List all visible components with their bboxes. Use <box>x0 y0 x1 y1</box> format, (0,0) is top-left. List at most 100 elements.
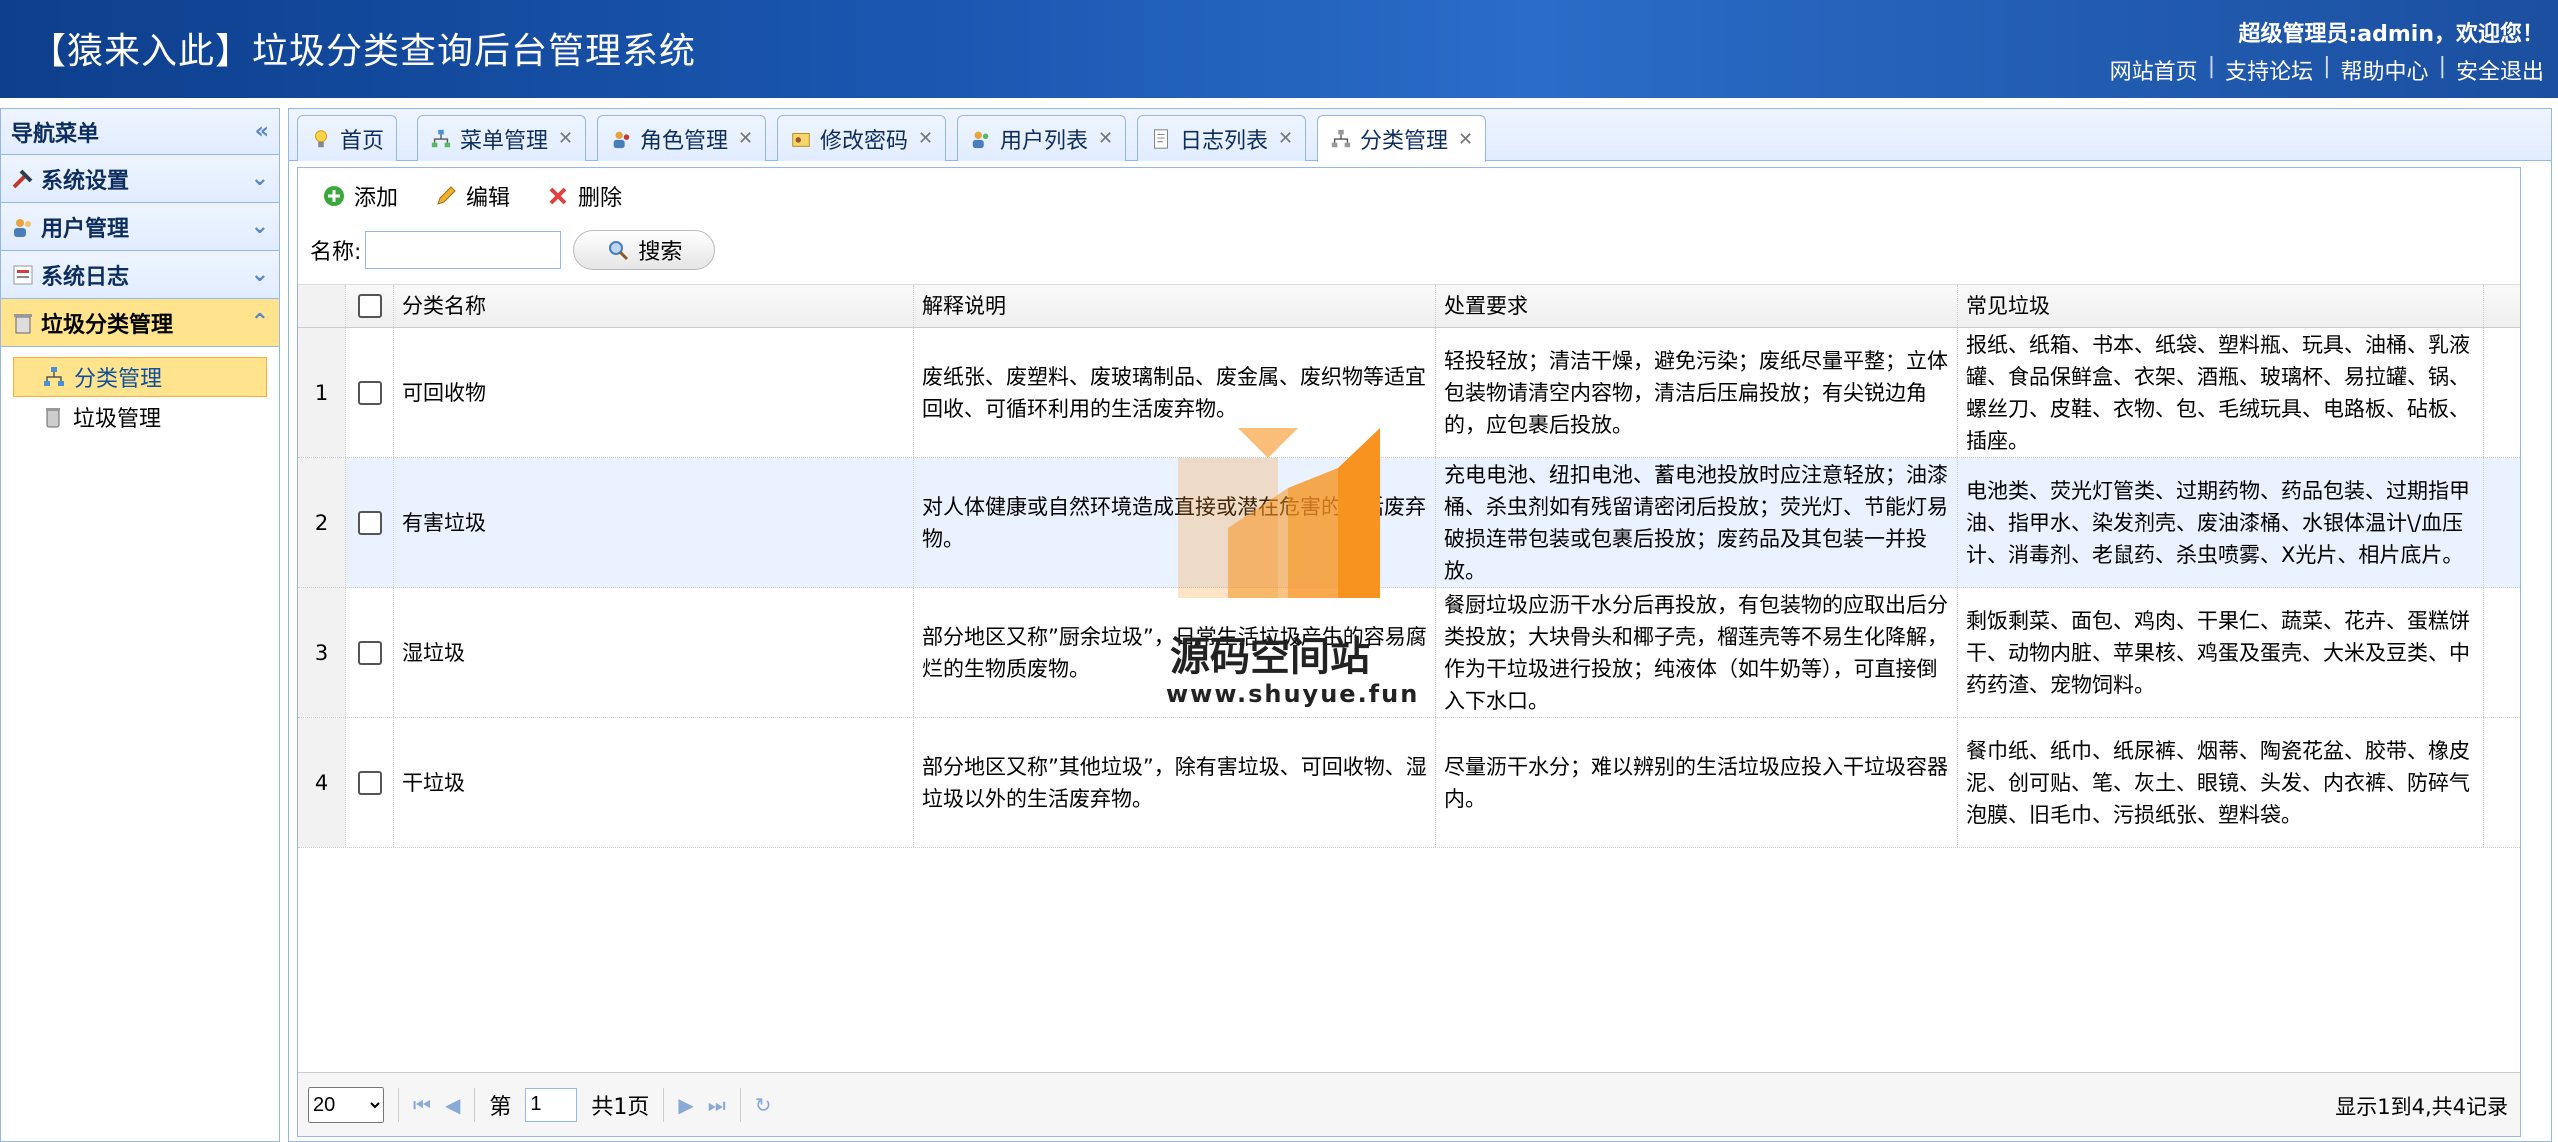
app-header: 【猿来入此】垃圾分类查询后台管理系统 超级管理员:admin，欢迎您！ 网站首页… <box>0 0 2558 98</box>
cell-name: 湿垃圾 <box>394 588 914 717</box>
add-label: 添加 <box>354 186 399 211</box>
column-header[interactable]: 常见垃圾 <box>1958 285 2484 327</box>
page-size-select[interactable]: 20 <box>308 1086 384 1123</box>
name-search-input[interactable] <box>365 231 562 269</box>
record-info: 显示1到4,共4记录 <box>2335 1095 2508 1119</box>
sidebar-group-label: 系统设置 <box>41 168 130 194</box>
row-checkbox[interactable] <box>357 380 382 405</box>
sidebar-group-label: 垃圾分类管理 <box>41 312 174 338</box>
tab-user-list[interactable]: 用户列表 ✕ <box>957 115 1127 161</box>
link-home[interactable]: 网站首页 <box>2110 54 2198 86</box>
users-icon <box>972 131 989 148</box>
sidebar-item-garbage-management[interactable]: 垃圾管理 <box>1 397 279 437</box>
cell-common-garbage: 剩饭剩菜、面包、鸡肉、干果仁、蔬菜、花卉、蛋糕饼干、动物内脏、苹果核、鸡蛋及蛋壳… <box>1958 588 2484 717</box>
pager-divider <box>398 1087 399 1122</box>
tab-home[interactable]: 首页 <box>297 115 398 161</box>
table-row[interactable]: 2 有害垃圾 对人体健康或自然环境造成直接或潜在危害的生活废弃物。 充电电池、纽… <box>298 458 2520 588</box>
link-forum[interactable]: 支持论坛 <box>2225 54 2313 86</box>
column-header[interactable]: 解释说明 <box>914 285 1436 327</box>
tab-change-password[interactable]: 修改密码 ✕ <box>777 115 947 161</box>
cell-requirement: 充电电池、纽扣电池、蓄电池投放时应注意轻放；油漆桶、杀虫剂如有残留请密闭后投放；… <box>1436 458 1958 587</box>
collapse-up-icon[interactable]: ⌃ <box>251 310 269 335</box>
tab-menu-management[interactable]: 菜单管理 ✕ <box>417 115 587 161</box>
expand-down-icon[interactable]: ⌄ <box>251 214 269 239</box>
column-header[interactable]: 处置要求 <box>1436 285 1958 327</box>
first-page-icon[interactable]: ⏮ <box>413 1093 431 1117</box>
expand-down-icon[interactable]: ⌄ <box>251 262 269 287</box>
search-label: 搜索 <box>638 240 683 265</box>
search-bar: 名称: 搜索 <box>298 224 2520 276</box>
sidebar-item-category-management[interactable]: 分类管理 <box>13 357 267 397</box>
last-page-icon[interactable]: ⏭ <box>708 1093 726 1117</box>
sidebar-group-system-log[interactable]: 系统日志 ⌄ <box>1 251 279 299</box>
cell-description: 部分地区又称”其他垃圾”，除有害垃圾、可回收物、湿垃圾以外的生活废弃物。 <box>914 718 1436 847</box>
cell-common-garbage: 电池类、荧光灯管类、过期药物、药品包装、过期指甲油、指甲水、染发剂壳、废油漆桶、… <box>1958 458 2484 587</box>
tab-label: 日志列表 <box>1180 128 1269 154</box>
pencil-icon <box>437 186 456 205</box>
search-button[interactable]: 搜索 <box>573 230 716 270</box>
table-header: 分类名称 解释说明 处置要求 常见垃圾 <box>298 284 2520 328</box>
cell-description: 废纸张、废塑料、废玻璃制品、废金属、废织物等适宜回收、可循环利用的生活废弃物。 <box>914 328 1436 457</box>
close-icon[interactable]: ✕ <box>738 128 753 149</box>
close-icon[interactable]: ✕ <box>1098 128 1113 149</box>
row-number: 1 <box>298 328 346 457</box>
refresh-icon[interactable]: ↻ <box>755 1093 772 1117</box>
sidebar-title: 导航菜单 <box>11 121 100 147</box>
cell-requirement: 餐厨垃圾应沥干水分后再投放，有包装物的应取出后分类投放；大块骨头和椰子壳，榴莲壳… <box>1436 588 1958 717</box>
close-icon[interactable]: ✕ <box>558 128 573 149</box>
tab-label: 菜单管理 <box>460 128 549 154</box>
link-logout[interactable]: 安全退出 <box>2456 54 2544 86</box>
trash-icon <box>14 313 32 333</box>
cell-requirement: 轻投轻放；清洁干燥，避免污染；废纸尽量平整；立体包装物请清空内容物，清洁后压扁投… <box>1436 328 1958 457</box>
users-icon <box>14 218 31 237</box>
pager-divider <box>739 1087 741 1122</box>
table-row[interactable]: 1 可回收物 废纸张、废塑料、废玻璃制品、废金属、废织物等适宜回收、可循环利用的… <box>298 328 2520 458</box>
sidebar-group-system-settings[interactable]: 系统设置 ⌄ <box>1 155 279 203</box>
add-button[interactable]: 添加 <box>322 180 398 212</box>
close-icon[interactable]: ✕ <box>1278 128 1293 149</box>
row-checkbox-cell <box>346 588 394 717</box>
cell-common-garbage: 报纸、纸箱、书本、纸袋、塑料瓶、玩具、油桶、乳液罐、食品保鲜盒、衣架、酒瓶、玻璃… <box>1958 328 2484 457</box>
sitemap-icon <box>431 129 451 147</box>
cell-name: 有害垃圾 <box>394 458 914 587</box>
row-checkbox-cell <box>346 458 394 587</box>
prev-page-icon[interactable]: ◀ <box>445 1093 460 1117</box>
link-help[interactable]: 帮助中心 <box>2341 54 2429 86</box>
delete-icon <box>549 187 567 205</box>
next-page-icon[interactable]: ▶ <box>678 1093 693 1117</box>
welcome-text: 超级管理员:admin，欢迎您！ <box>2238 22 2544 47</box>
app-title: 【猿来入此】垃圾分类查询后台管理系统 <box>30 31 697 72</box>
lightbulb-icon <box>315 129 327 147</box>
tab-log-list[interactable]: 日志列表 ✕ <box>1137 115 1307 161</box>
table-row[interactable]: 4 干垃圾 部分地区又称”其他垃圾”，除有害垃圾、可回收物、湿垃圾以外的生活废弃… <box>298 718 2520 848</box>
role-icon <box>613 131 630 148</box>
select-all-checkbox[interactable] <box>357 294 382 318</box>
tab-label: 分类管理 <box>1360 129 1449 154</box>
edit-button[interactable]: 编辑 <box>434 180 510 212</box>
page-number-input[interactable] <box>525 1087 578 1122</box>
category-table: 分类名称 解释说明 处置要求 常见垃圾 1 可回收物 废纸张、废塑料、废玻璃制品… <box>298 284 2520 848</box>
watermark-text: 源码空间站 <box>1170 634 1370 680</box>
trash-icon <box>46 408 60 428</box>
tab-category-management[interactable]: 分类管理 ✕ <box>1317 115 1487 162</box>
row-checkbox[interactable] <box>357 770 382 795</box>
sidebar-item-label: 分类管理 <box>74 367 163 392</box>
header-row-number <box>298 285 346 327</box>
row-number: 3 <box>298 588 346 717</box>
row-checkbox[interactable] <box>357 510 382 535</box>
close-icon[interactable]: ✕ <box>1458 129 1473 150</box>
sidebar-group-garbage-classification[interactable]: 垃圾分类管理 ⌃ <box>1 299 279 347</box>
sidebar-group-user-management[interactable]: 用户管理 ⌄ <box>1 203 279 251</box>
tab-role-management[interactable]: 角色管理 ✕ <box>597 115 767 161</box>
close-icon[interactable]: ✕ <box>918 128 933 149</box>
cell-requirement: 尽量沥干水分；难以辨别的生活垃圾应投入干垃圾容器内。 <box>1436 718 1958 847</box>
column-header[interactable]: 分类名称 <box>394 285 914 327</box>
expand-down-icon[interactable]: ⌄ <box>251 166 269 191</box>
sidebar-item-label: 垃圾管理 <box>73 407 162 432</box>
page-prefix: 第 <box>489 1094 512 1120</box>
collapse-left-icon[interactable]: « <box>255 119 269 144</box>
tab-label: 首页 <box>340 128 385 154</box>
row-checkbox[interactable] <box>357 640 382 665</box>
delete-button[interactable]: 删除 <box>546 180 622 212</box>
sidebar: 导航菜单 « 系统设置 ⌄ 用户管理 ⌄ 系统日志 ⌄ 垃圾分类管理 ⌃ 分类管… <box>0 108 280 1142</box>
